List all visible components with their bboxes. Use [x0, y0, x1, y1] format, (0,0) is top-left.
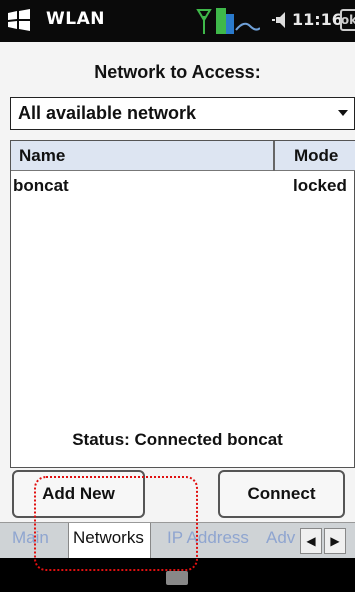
- signal-antenna-icon[interactable]: [196, 6, 212, 36]
- ok-close-icon[interactable]: ok: [340, 9, 355, 31]
- clock[interactable]: 11:16: [292, 10, 343, 29]
- annotation-highlight: [34, 476, 198, 571]
- tab-advanced[interactable]: Advanced: [266, 528, 296, 548]
- list-item[interactable]: boncat locked: [11, 171, 355, 199]
- window-title: WLAN: [46, 9, 105, 29]
- connect-button[interactable]: Connect: [218, 470, 345, 518]
- status-text: Status: Connected boncat: [72, 430, 283, 449]
- column-header-name[interactable]: Name: [19, 146, 65, 166]
- keyboard-icon[interactable]: [166, 571, 188, 585]
- chevron-down-icon[interactable]: [338, 110, 348, 116]
- network-mode: locked: [293, 176, 347, 195]
- connectivity-icon[interactable]: [216, 6, 260, 36]
- network-list[interactable]: Name Mode boncat locked: [10, 140, 355, 468]
- tab-scroll-left-icon[interactable]: ◀: [300, 528, 322, 554]
- network-name: boncat: [13, 176, 69, 195]
- dropdown-value: All available network: [18, 103, 197, 123]
- column-divider[interactable]: [273, 141, 275, 171]
- speaker-icon[interactable]: [270, 9, 292, 31]
- list-header: Name Mode: [11, 141, 355, 171]
- network-filter-dropdown[interactable]: All available network: [10, 97, 355, 130]
- main-panel: Network to Access: All available network…: [0, 42, 355, 522]
- windows-start-icon[interactable]: [6, 9, 32, 31]
- tab-scroll-right-icon[interactable]: ▶: [324, 528, 346, 554]
- column-header-mode[interactable]: Mode: [294, 146, 338, 166]
- network-access-label: Network to Access:: [94, 62, 261, 82]
- title-bar: WLAN 11:16 ok: [0, 0, 355, 42]
